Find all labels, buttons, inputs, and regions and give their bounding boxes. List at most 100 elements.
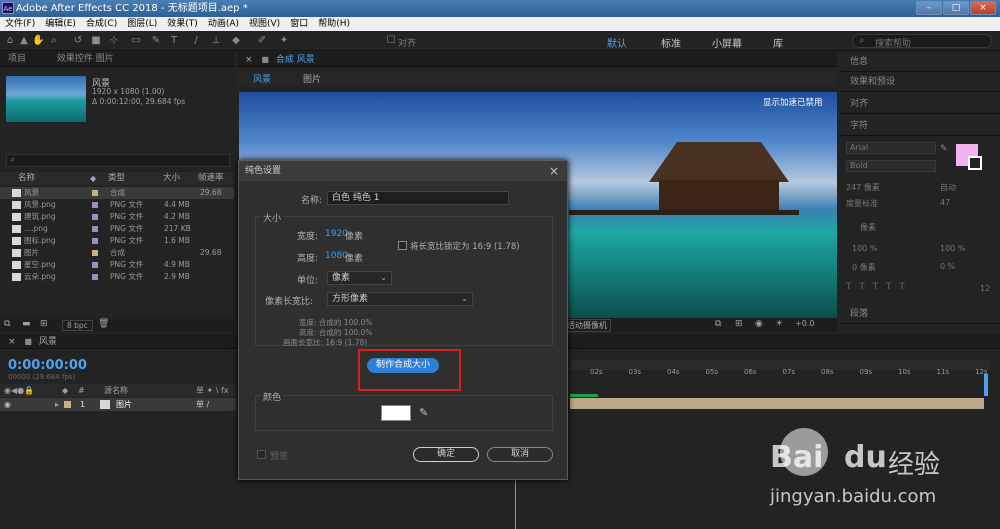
horizontal-scale-value[interactable]: 100 % bbox=[940, 244, 965, 253]
eyedropper-icon[interactable]: ✎ bbox=[419, 406, 428, 419]
kerning-value[interactable]: 度量标准 bbox=[846, 198, 878, 209]
source-name-column[interactable]: 源名称 bbox=[104, 384, 128, 397]
menu-view[interactable]: 视图(V) bbox=[244, 17, 285, 31]
eyedropper-icon[interactable]: ✎ bbox=[940, 144, 948, 154]
file-label-color[interactable] bbox=[92, 262, 98, 268]
file-label-color[interactable] bbox=[92, 190, 98, 196]
text-style-buttons[interactable]: TTTTT bbox=[846, 282, 996, 296]
file-label-color[interactable] bbox=[92, 238, 98, 244]
menu-help[interactable]: 帮助(H) bbox=[313, 17, 355, 31]
subtab-landscape[interactable]: 风景 bbox=[253, 72, 271, 85]
project-search-input[interactable]: ⌕ bbox=[6, 154, 230, 167]
snap-checkbox[interactable]: ☐ bbox=[385, 35, 397, 47]
menu-animation[interactable]: 动画(A) bbox=[203, 17, 244, 31]
solid-name-input[interactable]: 白色 纯色 1 bbox=[327, 191, 509, 205]
leading-value[interactable]: 自动 bbox=[940, 182, 956, 193]
col-name[interactable]: 名称 bbox=[18, 172, 35, 185]
project-file-row[interactable]: 云朵.png PNG 文件 2.9 MB bbox=[0, 271, 234, 283]
panel-paragraph[interactable]: 段落 bbox=[840, 304, 1000, 324]
subscript-value[interactable]: 12 bbox=[980, 284, 990, 293]
mask-icon[interactable]: ▭ bbox=[130, 35, 142, 47]
grid-icon[interactable]: ⊞ bbox=[735, 319, 743, 329]
dialog-close-button[interactable]: × bbox=[547, 164, 561, 178]
project-file-row[interactable]: 风景 合成 29.68 bbox=[0, 187, 234, 199]
file-label-color[interactable] bbox=[92, 214, 98, 220]
visibility-eye-icon[interactable]: ◉ bbox=[4, 398, 11, 411]
workspace-small-screen[interactable]: 小屏幕 bbox=[712, 35, 742, 50]
end-marker[interactable] bbox=[984, 374, 988, 396]
ok-button[interactable]: 确定 bbox=[413, 447, 479, 462]
select-icon[interactable]: ▲ bbox=[18, 35, 30, 47]
exposure-value[interactable]: +0.0 bbox=[795, 319, 814, 328]
tsume-value[interactable]: 0 % bbox=[940, 262, 955, 271]
col-type[interactable]: 类型 bbox=[108, 172, 125, 185]
bpc-button[interactable]: 8 bpc bbox=[62, 320, 93, 331]
hand-icon[interactable]: ✋ bbox=[32, 35, 44, 47]
stroke-unit-value[interactable]: 像素 bbox=[860, 222, 876, 233]
color-swatch[interactable] bbox=[381, 405, 411, 421]
puppet-icon[interactable]: ✦ bbox=[278, 35, 290, 47]
roto-brush-icon[interactable]: ✐ bbox=[256, 35, 268, 47]
eraser-icon[interactable]: ◆ bbox=[230, 35, 242, 47]
menu-effect[interactable]: 效果(T) bbox=[162, 17, 203, 31]
brush-icon[interactable]: / bbox=[190, 35, 202, 47]
tab-effect-controls[interactable]: 效果控件 图片 bbox=[57, 54, 114, 64]
current-timecode[interactable]: 0:00:00:00 bbox=[8, 358, 87, 373]
font-style-select[interactable]: Bold bbox=[846, 160, 936, 172]
menu-window[interactable]: 窗口 bbox=[285, 17, 313, 31]
tab-project[interactable]: 项目 bbox=[8, 54, 26, 64]
project-file-row[interactable]: 风景.png PNG 文件 4.4 MB bbox=[0, 199, 234, 211]
workspace-standard[interactable]: 标准 bbox=[661, 35, 681, 50]
menu-file[interactable]: 文件(F) bbox=[0, 17, 40, 31]
stroke-color-swatch[interactable] bbox=[968, 156, 982, 170]
panel-character[interactable]: 字符 bbox=[840, 116, 1000, 136]
text-icon[interactable]: T bbox=[168, 35, 180, 47]
close-tab-icon[interactable]: × bbox=[245, 55, 253, 65]
file-label-color[interactable] bbox=[92, 250, 98, 256]
camera-select[interactable]: 活动摄像机 bbox=[563, 319, 611, 332]
expand-layer-icon[interactable]: ▸ bbox=[55, 398, 59, 411]
zoom-icon[interactable]: ⌕ bbox=[48, 35, 60, 47]
make-comp-size-button[interactable]: 制作合成大小 bbox=[367, 358, 439, 373]
preview-checkbox[interactable] bbox=[257, 450, 266, 459]
viewer-tab-title[interactable]: 合成 风景 bbox=[276, 55, 315, 65]
pan-icon[interactable]: ⊹ bbox=[108, 35, 120, 47]
workspace-default[interactable]: 默认 bbox=[607, 35, 627, 50]
file-label-color[interactable] bbox=[92, 202, 98, 208]
menu-edit[interactable]: 编辑(E) bbox=[40, 17, 81, 31]
workspace-library[interactable]: 库 bbox=[773, 35, 783, 50]
vertical-scale-value[interactable]: 100 % bbox=[852, 244, 877, 253]
col-size[interactable]: 大小 bbox=[163, 172, 180, 185]
menu-layer[interactable]: 图层(L) bbox=[122, 17, 162, 31]
col-fps[interactable]: 帧速率 bbox=[198, 172, 224, 185]
panel-align[interactable]: 对齐 bbox=[840, 94, 1000, 114]
project-file-row[interactable]: ....png PNG 文件 217 KB bbox=[0, 223, 234, 235]
pixel-aspect-select[interactable]: 方形像素 ⌄ bbox=[327, 292, 473, 306]
file-label-color[interactable] bbox=[92, 226, 98, 232]
trash-icon[interactable]: 🗑 bbox=[98, 319, 109, 329]
file-label-color[interactable] bbox=[92, 274, 98, 280]
minimize-button[interactable]: – bbox=[916, 1, 942, 15]
exposure-icon[interactable]: ☀ bbox=[775, 319, 783, 329]
project-file-row[interactable]: 星空.png PNG 文件 4.9 MB bbox=[0, 259, 234, 271]
panel-info[interactable]: 信息 bbox=[840, 52, 1000, 72]
subtab-picture[interactable]: 图片 bbox=[303, 72, 321, 85]
new-folder-icon[interactable]: ▬ bbox=[22, 319, 31, 329]
view-options-icon[interactable]: ⧉ bbox=[715, 319, 721, 329]
layer-name[interactable]: 图片 bbox=[116, 398, 132, 411]
layer-duration-bar[interactable] bbox=[570, 398, 984, 409]
work-area-bar[interactable] bbox=[570, 394, 598, 397]
panel-effects-presets[interactable]: 效果和预设 bbox=[840, 72, 1000, 92]
timeline-lock-icon[interactable]: ■ bbox=[24, 337, 32, 346]
home-icon[interactable]: ⌂ bbox=[4, 35, 16, 47]
layer-row[interactable]: ◉ ▸ 1 图片 单 / bbox=[0, 398, 236, 411]
project-file-row[interactable]: 图片 合成 29.68 bbox=[0, 247, 234, 259]
units-select[interactable]: 像素 ⌄ bbox=[327, 271, 392, 285]
interpret-footage-icon[interactable]: ⧉ bbox=[4, 319, 10, 329]
close-timeline-icon[interactable]: × bbox=[8, 337, 16, 347]
layer-label-color[interactable] bbox=[64, 401, 71, 408]
font-family-select[interactable]: Arial bbox=[846, 142, 936, 154]
playhead-line[interactable] bbox=[515, 474, 516, 529]
close-button[interactable]: × bbox=[970, 1, 996, 15]
search-help-input[interactable]: ⌕ 搜索帮助 bbox=[852, 34, 992, 49]
